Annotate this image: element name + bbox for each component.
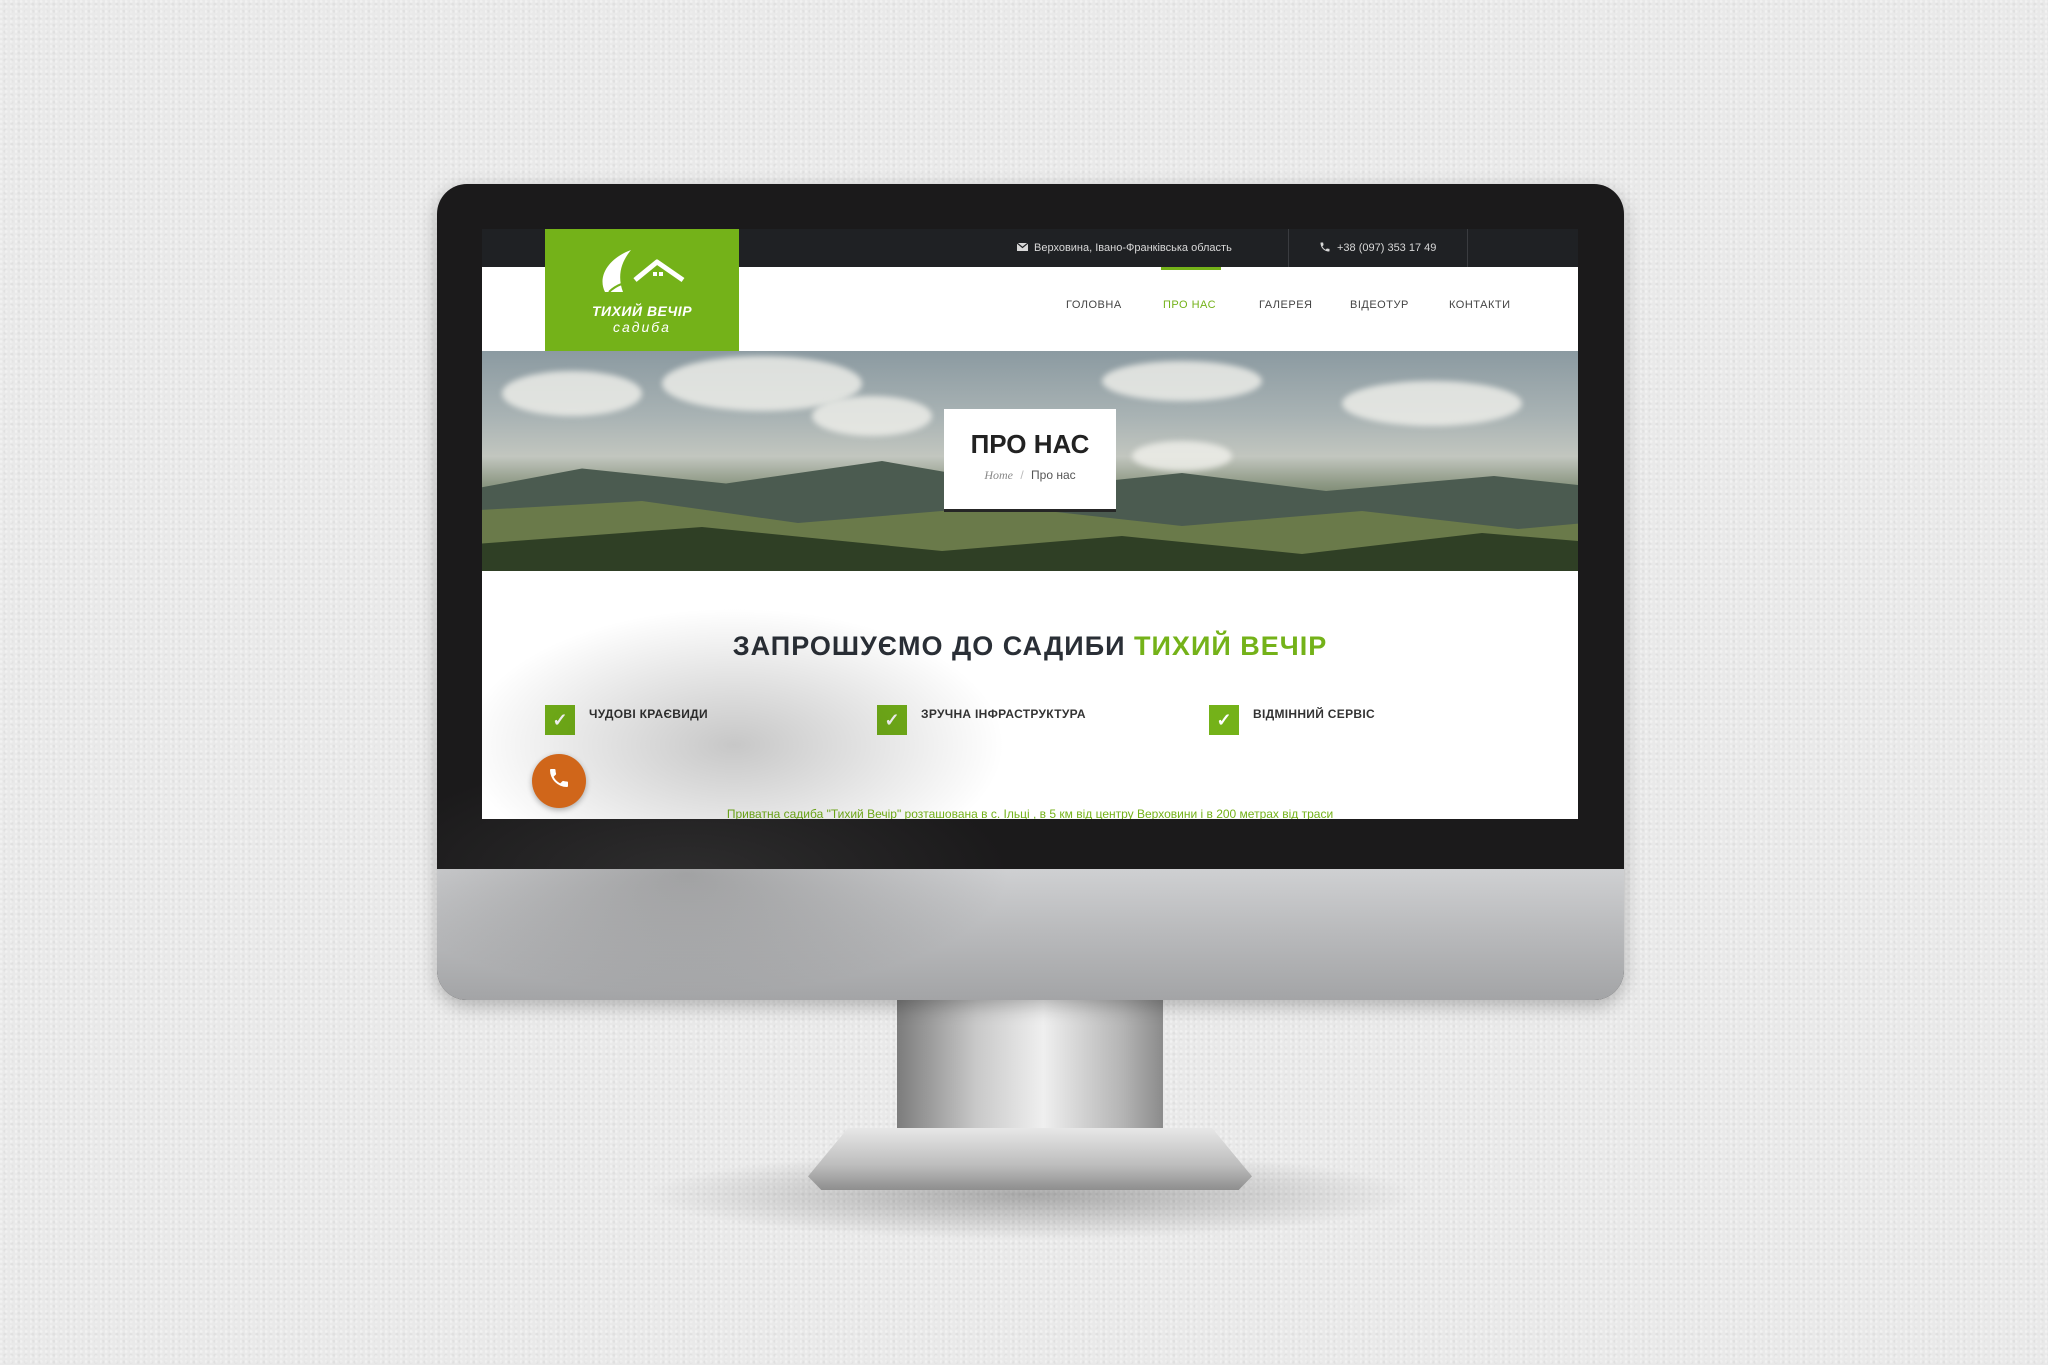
breadcrumb: Home / Про нас	[944, 468, 1116, 483]
section-heading-accent: ТИХИЙ ВЕЧІР	[1134, 631, 1328, 661]
topbar-divider	[1467, 229, 1468, 267]
nav-item-contacts[interactable]: КОНТАКТИ	[1449, 299, 1511, 311]
breadcrumb-home[interactable]: Home	[984, 468, 1013, 482]
cloud	[812, 396, 932, 436]
nav-item-about[interactable]: ПРО НАС	[1163, 299, 1216, 311]
nav-item-videotour[interactable]: ВІДЕОТУР	[1350, 299, 1409, 311]
section-heading: ЗАПРОШУЄМО ДО САДИБИ ТИХИЙ ВЕЧІР	[482, 631, 1578, 662]
monitor-base	[808, 1128, 1252, 1190]
cloud	[1132, 441, 1232, 471]
topbar-divider	[1288, 229, 1289, 267]
check-icon: ✓	[1209, 705, 1239, 735]
feature-label: ЗРУЧНА ІНФРАСТРУКТУРА	[921, 707, 1086, 721]
monitor-stand	[897, 1000, 1163, 1145]
nav-item-gallery[interactable]: ГАЛЕРЕЯ	[1259, 299, 1312, 311]
monitor-chin	[437, 869, 1624, 1000]
mail-icon	[1016, 242, 1029, 254]
intro-text: Приватна садиба "Тихий Вечір" розташован…	[726, 807, 1334, 819]
feature-item: ✓ ЧУДОВІ КРАЄВИДИ	[545, 705, 708, 735]
call-button[interactable]	[532, 754, 586, 808]
feature-label: ЧУДОВІ КРАЄВИДИ	[589, 707, 708, 721]
phone-icon	[1319, 241, 1331, 256]
breadcrumb-separator: /	[1020, 468, 1024, 482]
website-screen: Верховина, Івано-Франківська область +38…	[482, 229, 1578, 819]
check-icon: ✓	[545, 705, 575, 735]
phone-info[interactable]: +38 (097) 353 17 49	[1319, 229, 1436, 267]
cloud	[1102, 361, 1262, 401]
site-logo[interactable]: ТИХИЙ ВЕЧІР садиба	[545, 229, 739, 351]
check-icon: ✓	[877, 705, 907, 735]
section-heading-main: ЗАПРОШУЄМО ДО САДИБИ	[732, 631, 1126, 661]
breadcrumb-current: Про нас	[1031, 468, 1076, 482]
page-title-box: ПРО НАС Home / Про нас	[944, 409, 1116, 512]
address-text: Верховина, Івано-Франківська область	[1034, 242, 1232, 254]
logo-subtitle: садиба	[613, 318, 671, 335]
feature-item: ✓ ЗРУЧНА ІНФРАСТРУКТУРА	[877, 705, 1086, 735]
phone-call-icon	[547, 766, 571, 797]
phone-text: +38 (097) 353 17 49	[1337, 242, 1437, 254]
page-title: ПРО НАС	[970, 429, 1090, 459]
hero-banner: ПРО НАС Home / Про нас	[482, 351, 1578, 571]
address-info: Верховина, Івано-Франківська область	[1016, 229, 1232, 267]
feature-item: ✓ ВІДМІННИЙ СЕРВІС	[1209, 705, 1375, 735]
leaf-house-icon	[587, 246, 697, 301]
cloud	[502, 371, 642, 416]
nav-item-home[interactable]: ГОЛОВНА	[1066, 299, 1122, 311]
monitor: Верховина, Івано-Франківська область +38…	[437, 184, 1624, 1000]
nav-active-indicator	[1161, 267, 1221, 270]
logo-name: ТИХИЙ ВЕЧІР	[591, 302, 693, 319]
feature-label: ВІДМІННИЙ СЕРВІС	[1253, 707, 1375, 721]
cloud	[1342, 381, 1522, 426]
